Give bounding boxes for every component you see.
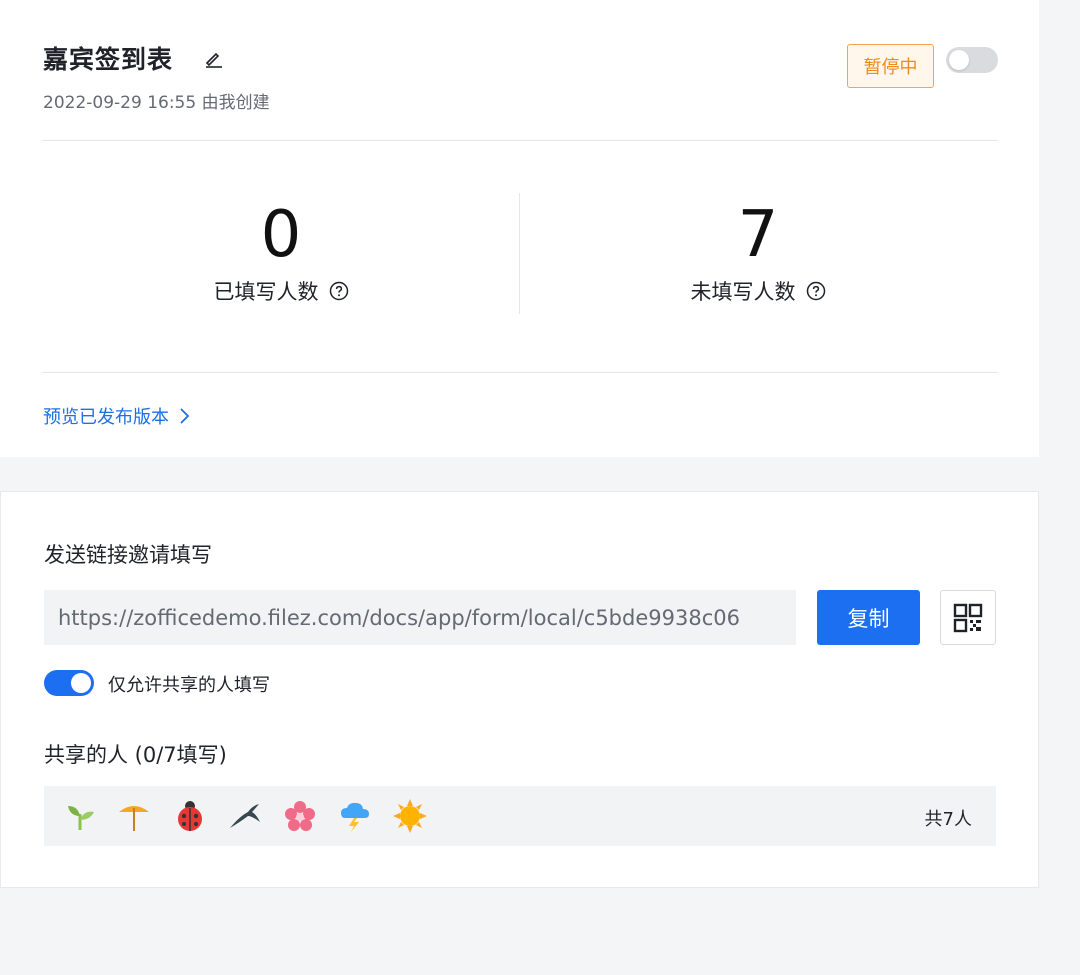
- sprout-icon[interactable]: [62, 798, 98, 834]
- qr-code-button[interactable]: [940, 590, 996, 645]
- filled-label-row: 已填写人数: [214, 276, 349, 306]
- form-summary-card: 嘉宾签到表 2022-09-29 16:55 由我创建 暂停中 0 已填写人数: [0, 0, 1039, 457]
- edit-pencil-icon[interactable]: [203, 47, 225, 69]
- unfilled-label-row: 未填写人数: [691, 276, 826, 306]
- unfilled-count: 7: [737, 198, 779, 272]
- swallow-icon[interactable]: [226, 798, 262, 834]
- toggle-knob: [949, 50, 969, 70]
- qr-code-icon: [953, 603, 983, 632]
- filled-label: 已填写人数: [213, 280, 319, 304]
- share-link-field[interactable]: https://zofficedemo.filez.com/docs/app/f…: [44, 590, 796, 645]
- blossom-icon[interactable]: [282, 798, 318, 834]
- help-icon[interactable]: [806, 281, 826, 301]
- preview-link-label: 预览已发布版本: [43, 407, 169, 428]
- parasol-icon[interactable]: [116, 798, 152, 834]
- shared-total-count: 共7人: [924, 809, 972, 830]
- share-section-title: 发送链接邀请填写: [44, 543, 212, 567]
- unfilled-stat: 7 未填写人数: [520, 196, 996, 306]
- storm-cloud-icon[interactable]: [337, 798, 373, 834]
- sun-icon[interactable]: [392, 798, 428, 834]
- form-title: 嘉宾签到表: [43, 45, 174, 74]
- filled-count: 0: [260, 198, 302, 272]
- title-row: 嘉宾签到表: [43, 40, 225, 76]
- restrict-shared-toggle[interactable]: [44, 670, 94, 696]
- divider: [42, 372, 998, 373]
- divider: [42, 140, 998, 141]
- unfilled-label: 未填写人数: [690, 280, 796, 304]
- preview-published-link[interactable]: 预览已发布版本: [43, 403, 191, 429]
- toggle-knob: [71, 673, 91, 693]
- filled-stat: 0 已填写人数: [43, 196, 519, 306]
- status-badge: 暂停中: [847, 44, 934, 88]
- restrict-shared-label: 仅允许共享的人填写: [108, 675, 270, 696]
- shared-people-title: 共享的人 (0/7填写): [44, 743, 227, 767]
- copy-button[interactable]: 复制: [817, 590, 920, 645]
- help-icon[interactable]: [329, 281, 349, 301]
- publish-toggle[interactable]: [946, 47, 998, 73]
- ladybug-icon[interactable]: [172, 798, 208, 834]
- shared-avatars-strip[interactable]: 共7人: [44, 786, 996, 846]
- created-info: 2022-09-29 16:55 由我创建: [43, 93, 270, 113]
- chevron-right-icon: [179, 406, 191, 426]
